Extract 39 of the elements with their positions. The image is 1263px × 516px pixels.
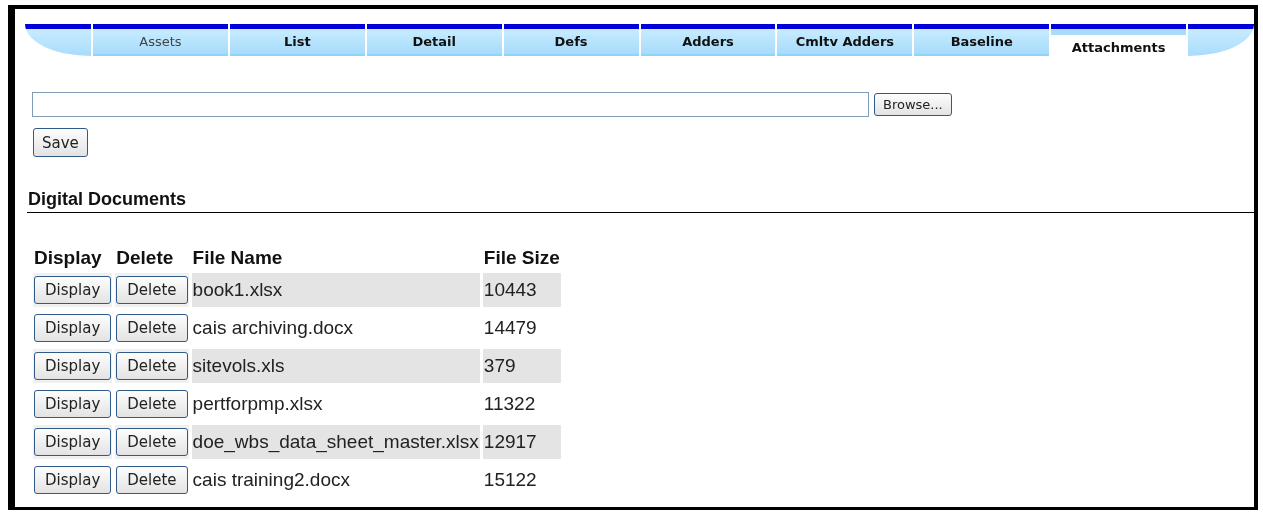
- browse-button[interactable]: Browse...: [874, 93, 952, 116]
- column-header: Display: [33, 247, 103, 269]
- delete-button[interactable]: Delete: [116, 390, 188, 418]
- display-button[interactable]: Display: [34, 390, 112, 418]
- file-name-cell: doe_wbs_data_sheet_master.xlsx: [191, 425, 480, 459]
- display-button[interactable]: Display: [34, 314, 112, 342]
- save-button[interactable]: Save: [33, 128, 88, 157]
- delete-button[interactable]: Delete: [116, 466, 188, 494]
- tab[interactable]: Baseline: [914, 24, 1050, 56]
- file-name-cell-text: cais archiving.docx: [191, 316, 355, 340]
- tab[interactable]: Adders: [640, 24, 776, 56]
- delete-button[interactable]: Delete: [116, 352, 188, 380]
- file-name-cell: book1.xlsx: [191, 273, 480, 307]
- file-size-cell-text: 11322: [482, 392, 537, 416]
- file-size-cell: 12917: [482, 425, 561, 459]
- display-button[interactable]: Display: [34, 352, 112, 380]
- column-header: File Size: [482, 247, 561, 269]
- file-size-cell-text: 14479: [482, 316, 538, 340]
- file-name-cell-text: cais training2.docx: [191, 468, 351, 492]
- file-name-cell-text: pertforpmp.xlsx: [191, 392, 324, 416]
- column-header: Delete: [115, 247, 175, 269]
- tab[interactable]: Detail: [366, 24, 502, 56]
- tab[interactable]: Defs: [503, 24, 639, 56]
- file-size-cell: 10443: [482, 273, 561, 307]
- file-path-field[interactable]: [32, 92, 869, 117]
- column-header: File Name: [191, 247, 284, 269]
- display-button[interactable]: Display: [34, 276, 112, 304]
- delete-button[interactable]: Delete: [116, 276, 188, 304]
- file-name-cell: sitevols.xls: [191, 349, 480, 383]
- tab[interactable]: Cmltv Adders: [777, 24, 913, 56]
- tab[interactable]: List: [229, 24, 365, 56]
- file-size-cell-text: 15122: [482, 468, 538, 492]
- delete-button[interactable]: Delete: [116, 428, 188, 456]
- display-button[interactable]: Display: [34, 428, 112, 456]
- tab-bar-end: [1188, 24, 1255, 56]
- delete-button[interactable]: Delete: [116, 314, 188, 342]
- display-button[interactable]: Display: [34, 466, 112, 494]
- section-title: Digital Documents: [28, 189, 188, 210]
- file-size-cell: 379: [482, 349, 561, 383]
